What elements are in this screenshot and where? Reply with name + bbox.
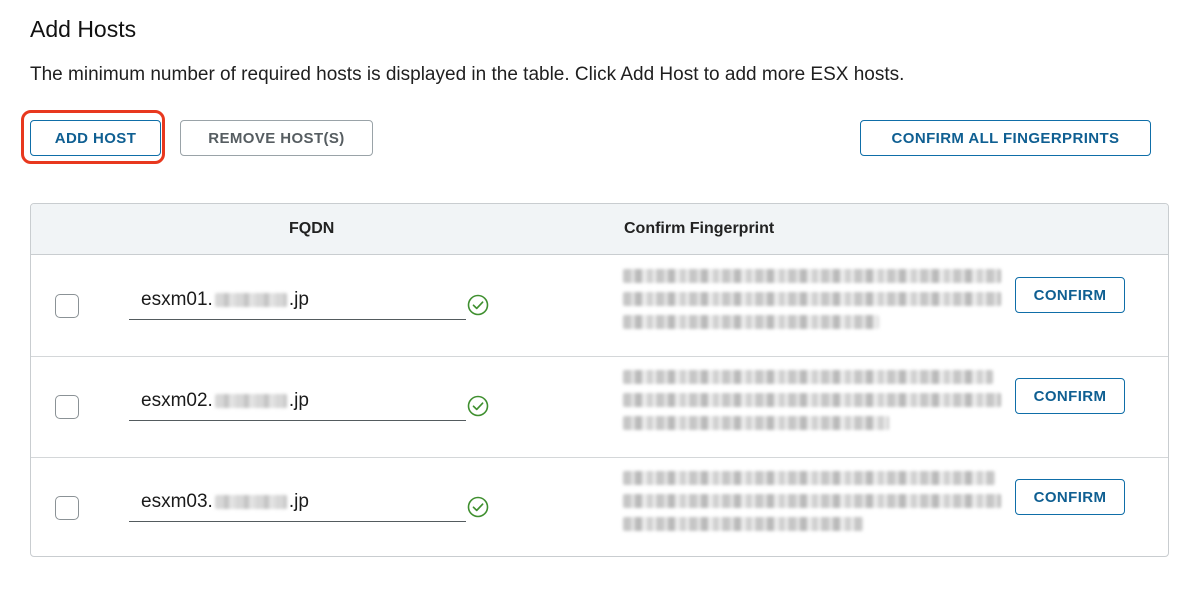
confirm-fingerprint-button[interactable]: CONFIRM — [1015, 479, 1125, 515]
fqdn-suffix: .jp — [288, 289, 309, 310]
table-row: esxm01. .jp CONFIRM — [31, 255, 1168, 357]
page-title: Add Hosts — [30, 16, 137, 42]
table-row: esxm02. .jp CONFIRM — [31, 356, 1168, 458]
hosts-table: FQDN Confirm Fingerprint esxm01. .jp CON… — [30, 203, 1169, 557]
check-circle-icon — [467, 294, 489, 316]
confirm-all-fingerprints-button[interactable]: CONFIRM ALL FINGERPRINTS — [860, 120, 1151, 156]
fqdn-input[interactable]: esxm02. .jp — [129, 384, 466, 421]
column-header-fingerprint[interactable]: Confirm Fingerprint — [624, 220, 774, 238]
table-row: esxm03. .jp CONFIRM — [31, 457, 1168, 556]
fqdn-input[interactable]: esxm01. .jp — [129, 283, 466, 320]
row-checkbox[interactable] — [55, 294, 79, 318]
redacted-domain — [214, 495, 287, 509]
fqdn-prefix: esxm01. — [141, 289, 213, 310]
table-header: FQDN Confirm Fingerprint — [31, 204, 1168, 255]
check-circle-icon — [467, 395, 489, 417]
add-host-highlight — [21, 110, 165, 164]
check-circle-icon — [467, 496, 489, 518]
fqdn-suffix: .jp — [288, 390, 309, 411]
page-description: The minimum number of required hosts is … — [30, 64, 905, 85]
row-checkbox[interactable] — [55, 395, 79, 419]
fingerprint-redacted — [623, 269, 1001, 341]
fqdn-input[interactable]: esxm03. .jp — [129, 485, 466, 522]
fqdn-prefix: esxm03. — [141, 491, 213, 512]
fqdn-suffix: .jp — [288, 491, 309, 512]
fqdn-prefix: esxm02. — [141, 390, 213, 411]
remove-hosts-button[interactable]: REMOVE HOST(S) — [180, 120, 373, 156]
fingerprint-redacted — [623, 471, 1001, 543]
row-checkbox[interactable] — [55, 496, 79, 520]
redacted-domain — [214, 293, 287, 307]
fingerprint-redacted — [623, 370, 1001, 442]
confirm-fingerprint-button[interactable]: CONFIRM — [1015, 378, 1125, 414]
redacted-domain — [214, 394, 287, 408]
confirm-fingerprint-button[interactable]: CONFIRM — [1015, 277, 1125, 313]
column-header-fqdn[interactable]: FQDN — [289, 220, 334, 238]
